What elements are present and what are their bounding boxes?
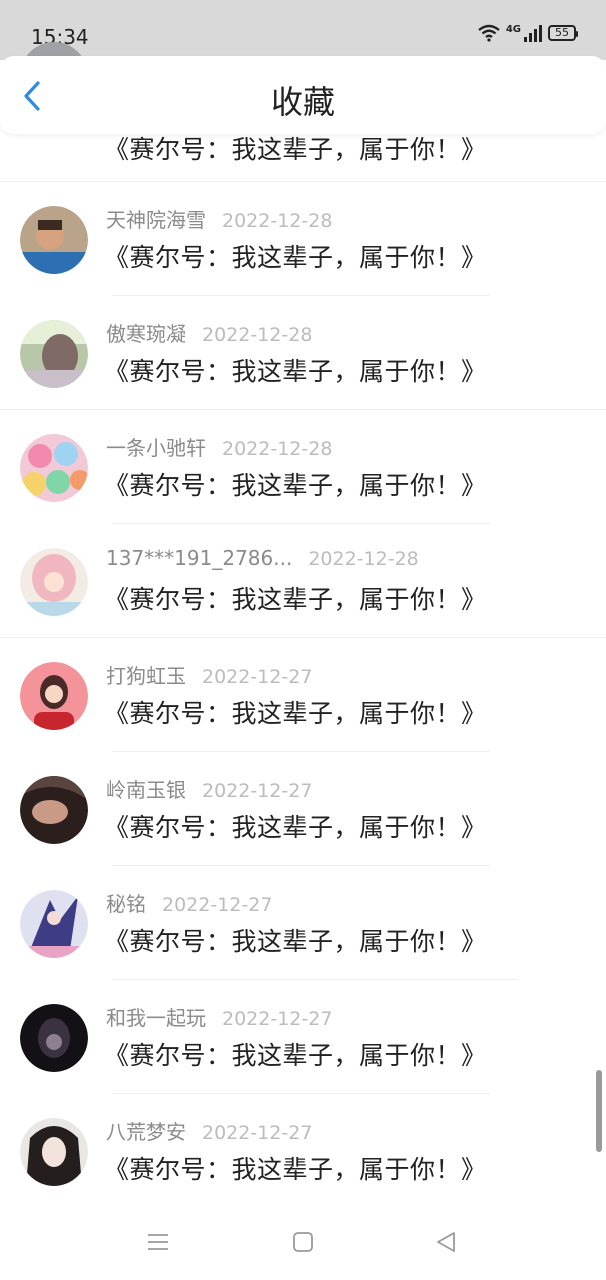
item-name: 秘铭 2022-12-27 [106,888,272,917]
avatar [20,776,88,844]
network-type-label: 4G [505,24,521,35]
item-title: 《赛尔号：我这辈子，属于你！》 [104,927,487,956]
header-bar: 收藏 [0,56,606,134]
item-date: 2022-12-27 [202,780,313,802]
user-name: 秘铭 [106,892,146,916]
list-item[interactable]: 秘铭 2022-12-27 《赛尔号：我这辈子，属于你！》 [0,866,606,980]
list-item[interactable]: 一条小驰轩 2022-12-28 《赛尔号：我这辈子，属于你！》 [0,410,606,524]
user-name: 八荒梦安 [106,1120,186,1144]
item-name: 137***191_2786... 2022-12-28 [106,546,419,570]
avatar [20,434,88,502]
avatar [20,662,88,730]
item-date: 2022-12-28 [308,548,419,570]
item-title: 《赛尔号：我这辈子，属于你！》 [104,813,487,842]
item-title: 《赛尔号：我这辈子，属于你！》 [104,135,487,164]
item-name: 和我一起玩 2022-12-27 [106,1002,332,1031]
item-title: 《赛尔号：我这辈子，属于你！》 [104,1155,487,1184]
item-name: 打狗虹玉 2022-12-27 [106,660,312,689]
item-name: 傲寒琬凝 2022-12-28 [106,318,312,347]
battery-icon: 55 [548,25,578,41]
avatar [20,548,88,616]
list-item[interactable]: 137***191_2786... 2022-12-28 《赛尔号：我这辈子，属于… [0,524,606,638]
avatar [20,890,88,958]
item-title: 《赛尔号：我这辈子，属于你！》 [104,585,487,614]
item-date: 2022-12-27 [202,666,313,688]
item-name: 天神院海雪 2022-12-28 [106,204,332,233]
home-icon[interactable] [292,1230,314,1254]
system-nav-bar [0,1210,606,1280]
signal-indicator: 4G [506,24,542,42]
signal-bar [534,29,537,42]
avatar [20,320,88,388]
item-title: 《赛尔号：我这辈子，属于你！》 [104,471,487,500]
user-name: 137***191_2786... [106,546,293,570]
item-name: 岭南玉银 2022-12-27 [106,774,312,803]
page-title: 收藏 [270,83,335,121]
item-date: 2022-12-28 [222,210,333,232]
list-item[interactable]: 和我一起玩 2022-12-27 《赛尔号：我这辈子，属于你！》 [0,980,606,1094]
user-name: 打狗虹玉 [106,664,186,688]
user-name: 天神院海雪 [106,208,206,232]
signal-bar [529,33,532,42]
item-name: 一条小驰轩 2022-12-28 [106,432,332,461]
favorites-list[interactable]: 《赛尔号：我这辈子，属于你！》 天神院海雪 2022-12-28 《赛尔号：我这辈… [0,42,606,1208]
list-item[interactable]: 傲寒琬凝 2022-12-28 《赛尔号：我这辈子，属于你！》 [0,296,606,410]
item-date: 2022-12-27 [202,1122,313,1144]
list-item[interactable]: 天神院海雪 2022-12-28 《赛尔号：我这辈子，属于你！》 [0,182,606,296]
user-name: 傲寒琬凝 [106,322,186,346]
back-triangle-icon[interactable] [434,1230,458,1254]
list-item[interactable]: 岭南玉银 2022-12-27 《赛尔号：我这辈子，属于你！》 [0,752,606,866]
user-name: 和我一起玩 [106,1006,206,1030]
item-name: 八荒梦安 2022-12-27 [106,1116,312,1145]
item-date: 2022-12-27 [162,894,273,916]
signal-bar [539,25,542,42]
list-item[interactable]: 打狗虹玉 2022-12-27 《赛尔号：我这辈子，属于你！》 [0,638,606,752]
avatar [20,206,88,274]
item-date: 2022-12-28 [202,324,313,346]
item-title: 《赛尔号：我这辈子，属于你！》 [104,243,487,272]
status-icons: 4G 55 [478,24,578,42]
list-item[interactable]: 八荒梦安 2022-12-27 《赛尔号：我这辈子，属于你！》 [0,1094,606,1208]
menu-icon[interactable] [146,1230,170,1254]
item-title: 《赛尔号：我这辈子，属于你！》 [104,699,487,728]
scrollbar[interactable] [596,1070,602,1152]
item-title: 《赛尔号：我这辈子，属于你！》 [104,1041,487,1070]
status-bar: 15:34 4G 55 [0,0,606,60]
signal-bar [524,37,527,42]
avatar [20,1118,88,1186]
avatar [20,1004,88,1072]
item-date: 2022-12-27 [222,1008,333,1030]
item-title: 《赛尔号：我这辈子，属于你！》 [104,357,487,386]
user-name: 一条小驰轩 [106,436,206,460]
user-name: 岭南玉银 [106,778,186,802]
item-date: 2022-12-28 [222,438,333,460]
wifi-icon [478,24,500,42]
